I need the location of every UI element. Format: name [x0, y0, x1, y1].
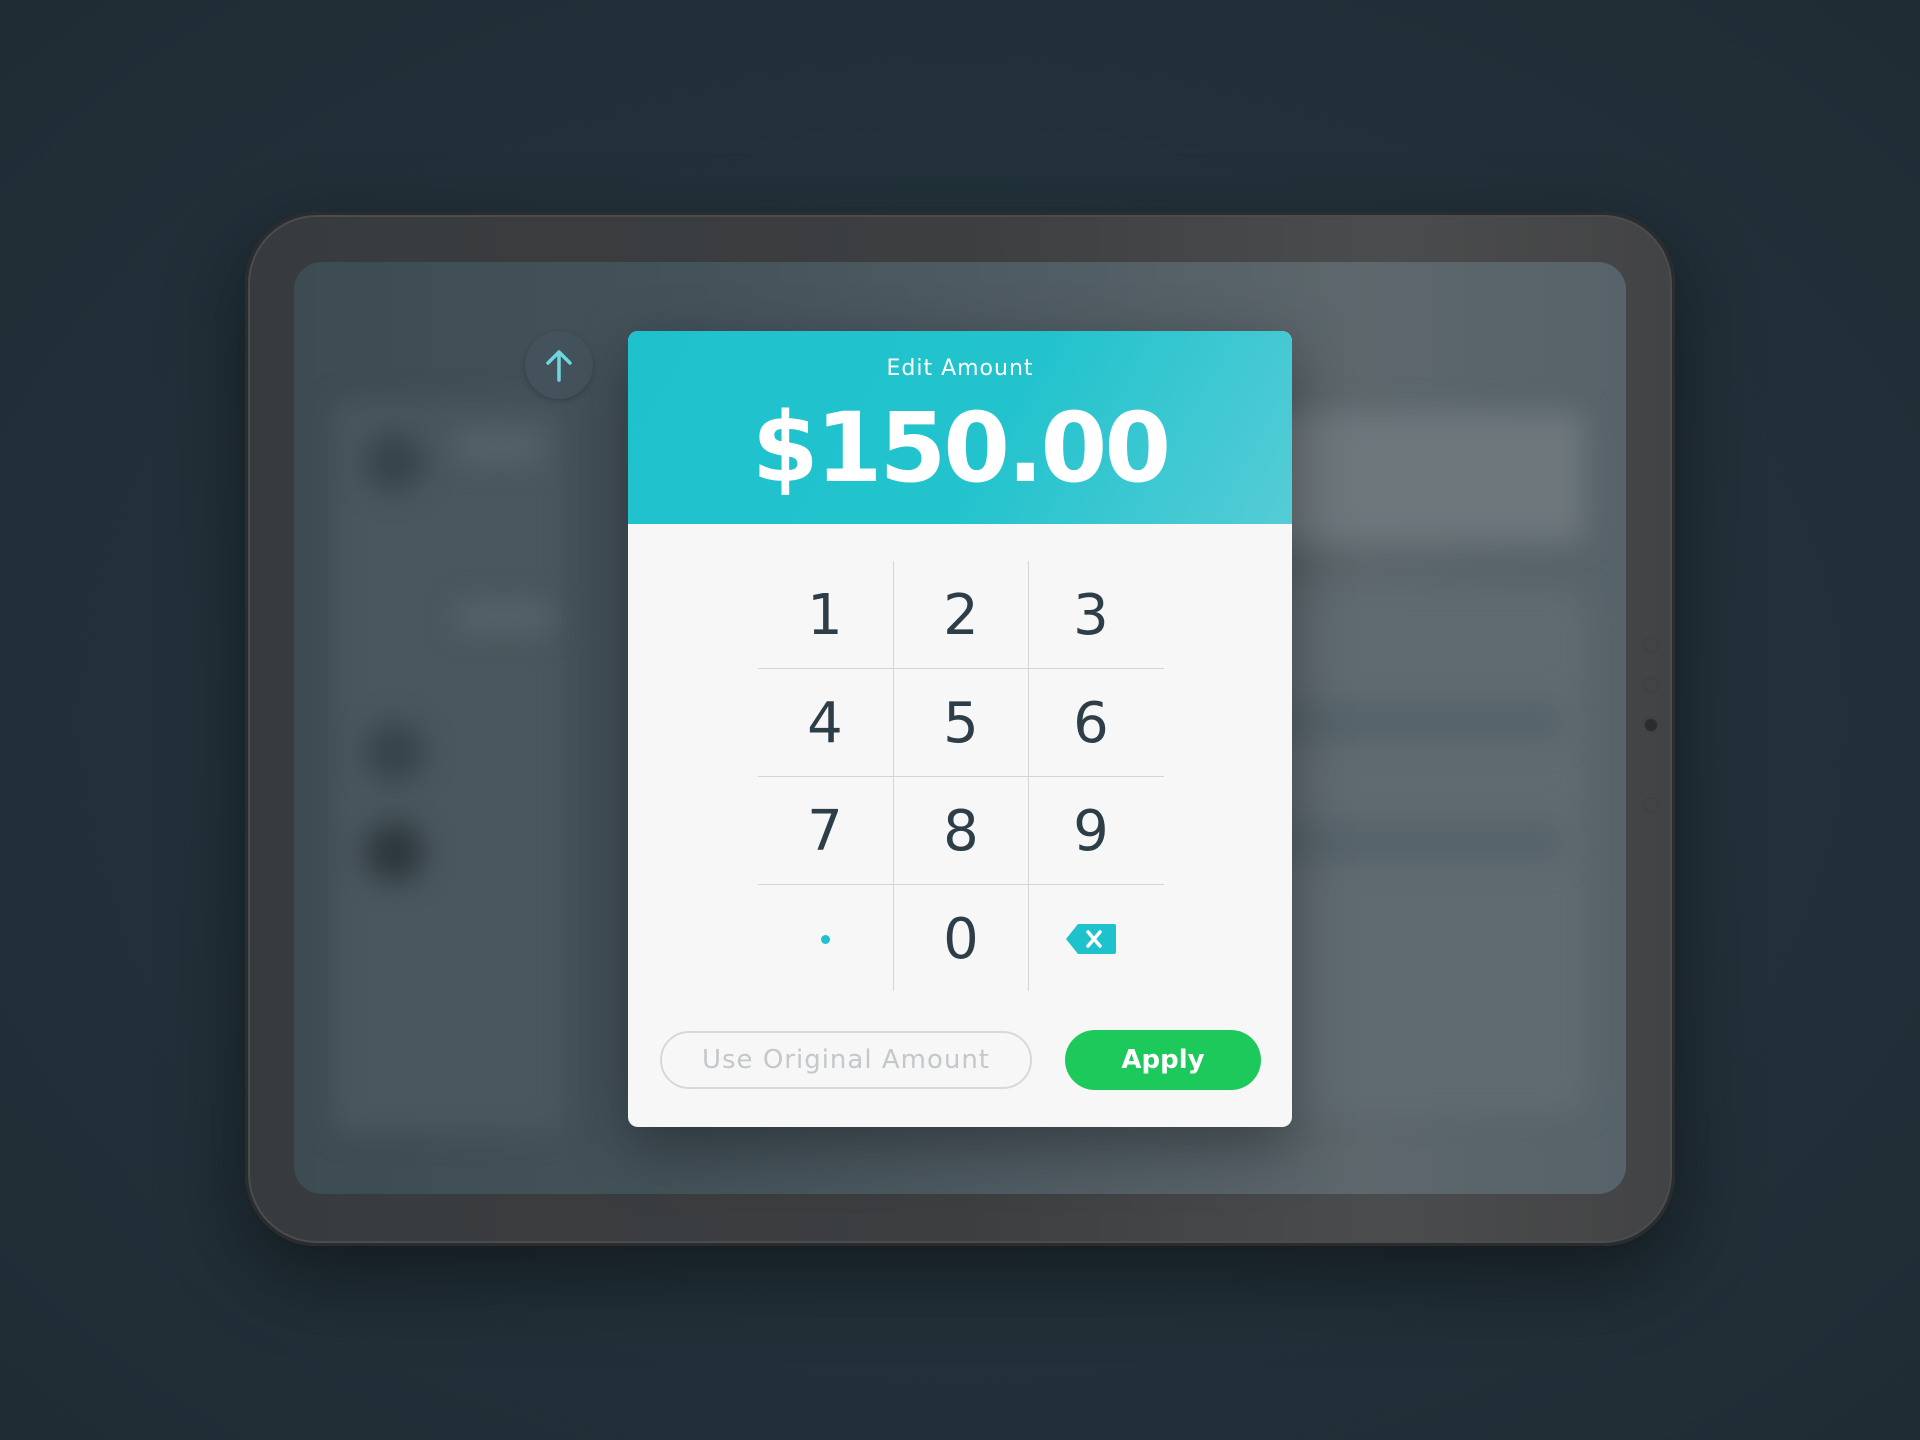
key-7[interactable]: 7: [758, 777, 892, 885]
edit-amount-modal: Edit Amount $150.00 1 2 3 4 5 6 7 8 9 0 …: [628, 331, 1292, 1127]
key-3[interactable]: 3: [1024, 561, 1158, 669]
decimal-point-icon: [820, 934, 830, 944]
modal-title: Edit Amount: [886, 356, 1034, 381]
key-6[interactable]: 6: [1024, 669, 1158, 777]
key-1[interactable]: 1: [758, 561, 892, 669]
key-4[interactable]: 4: [758, 669, 892, 777]
key-2[interactable]: 2: [894, 561, 1028, 669]
blurred-avatar: [364, 432, 424, 492]
device-sensor-dot: [1643, 677, 1659, 693]
arrow-up-icon: [546, 350, 572, 382]
device-sensor-dot: [1643, 637, 1659, 653]
backspace-icon: [1066, 924, 1116, 954]
scene-background: Edit Amount $150.00 1 2 3 4 5 6 7 8 9 0 …: [0, 0, 1920, 1440]
key-8[interactable]: 8: [894, 777, 1028, 885]
key-backspace[interactable]: [1024, 885, 1158, 993]
key-decimal[interactable]: [758, 885, 892, 993]
use-original-amount-button[interactable]: Use Original Amount: [660, 1031, 1032, 1089]
blurred-row: [454, 432, 544, 462]
device-sensor-dot: [1643, 717, 1659, 733]
numeric-keypad: 1 2 3 4 5 6 7 8 9 0: [758, 561, 1164, 991]
scroll-up-button[interactable]: [525, 331, 593, 399]
blurred-avatar: [364, 722, 424, 782]
modal-header: Edit Amount $150.00: [628, 331, 1292, 524]
key-9[interactable]: 9: [1024, 777, 1158, 885]
apply-button[interactable]: Apply: [1065, 1030, 1261, 1090]
blurred-avatar: [364, 822, 424, 882]
key-0[interactable]: 0: [894, 885, 1028, 993]
device-sensor-dot: [1643, 797, 1659, 813]
key-5[interactable]: 5: [894, 669, 1028, 777]
amount-display: $150.00: [751, 392, 1171, 504]
blurred-row: [454, 602, 554, 632]
